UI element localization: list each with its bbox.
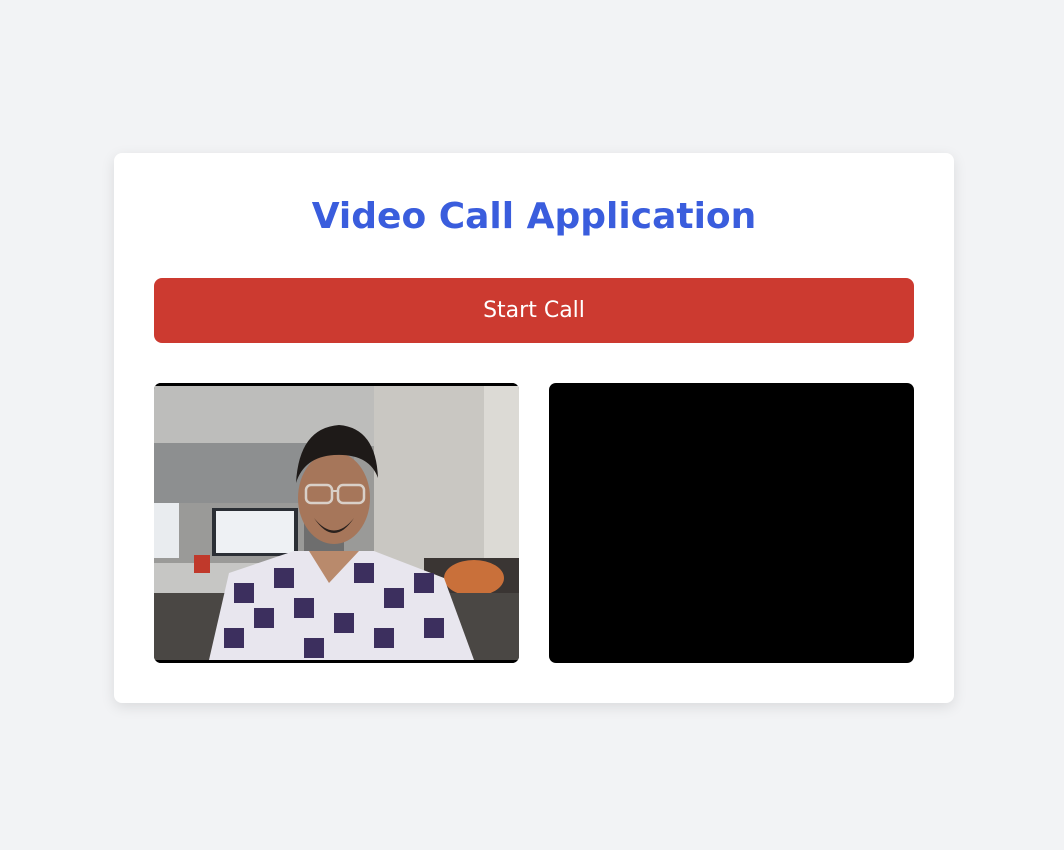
page-title: Video Call Application	[311, 196, 757, 237]
video-call-card: Video Call Application Start Call	[114, 153, 954, 703]
local-video	[154, 383, 519, 663]
start-call-button[interactable]: Start Call	[154, 278, 914, 343]
remote-video	[549, 383, 914, 663]
local-video-frame	[154, 383, 519, 663]
